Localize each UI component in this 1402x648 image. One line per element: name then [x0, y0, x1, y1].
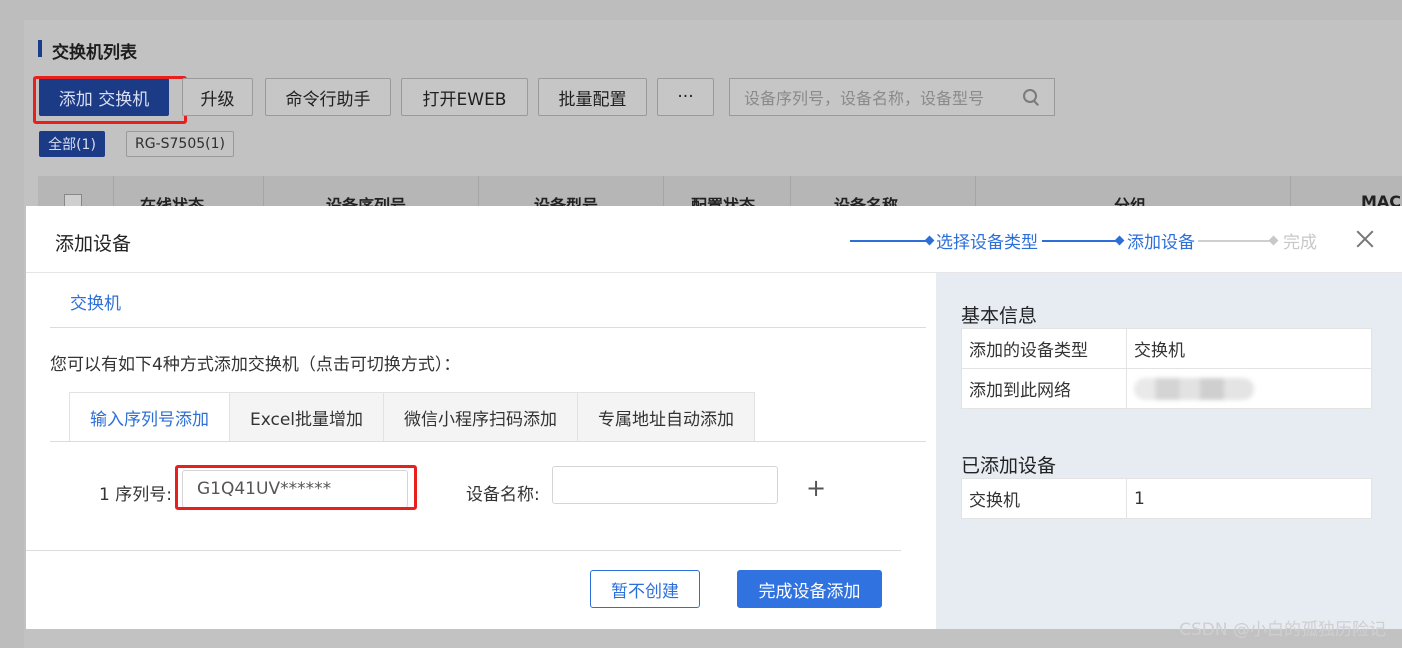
switch-table-header: 在线状态 设备序列号 设备型号 配置状态 设备名称 分组 MAC: [38, 176, 1402, 206]
device-search-input[interactable]: 设备序列号，设备名称，设备型号: [729, 78, 1055, 116]
summary-panel: 基本信息 添加的设备类型 交换机 添加到此网络 已添加设备 交换机 1: [936, 273, 1402, 629]
serial-number-input[interactable]: G1Q41UV******: [182, 470, 408, 508]
search-icon[interactable]: [1022, 88, 1040, 106]
col-serial[interactable]: 设备序列号: [326, 192, 406, 206]
upgrade-button[interactable]: 升级: [182, 78, 253, 116]
info-key: 添加的设备类型: [961, 328, 1127, 369]
finish-add-button[interactable]: 完成设备添加: [737, 570, 882, 608]
switch-list-title: 交换机列表: [38, 38, 137, 63]
info-value: 1: [1126, 478, 1372, 519]
tab-dedicated-address[interactable]: 专属地址自动添加: [578, 392, 756, 442]
dialog-title: 添加设备: [55, 233, 132, 255]
step-2-dot: [1114, 235, 1125, 246]
serial-label: 1 序列号:: [99, 485, 172, 505]
device-name-input[interactable]: [552, 466, 778, 504]
open-eweb-button[interactable]: 打开EWEB: [401, 78, 528, 116]
add-device-form: 交换机 您可以有如下4种方式添加交换机（点击可切换方式）： 输入序列号添加 Ex…: [26, 273, 936, 629]
col-online-status[interactable]: 在线状态: [140, 192, 204, 206]
basic-info-title: 基本信息: [961, 305, 1038, 327]
add-method-tabs: 输入序列号添加 Excel批量增加 微信小程序扫码添加 专属地址自动添加: [69, 392, 756, 442]
add-row-icon[interactable]: +: [806, 474, 826, 502]
added-devices-table: 交换机 1: [961, 478, 1372, 519]
device-type-tab-switch[interactable]: 交换机: [70, 289, 121, 314]
col-model[interactable]: 设备型号: [534, 192, 598, 206]
search-placeholder: 设备序列号，设备名称，设备型号: [744, 89, 985, 108]
step-1-label: 选择设备类型: [936, 233, 1038, 253]
table-row: 添加到此网络: [961, 368, 1372, 409]
divider: [50, 327, 926, 328]
redacted-network-name: [1134, 377, 1254, 400]
batch-config-button[interactable]: 批量配置: [538, 78, 647, 116]
step-3-label: 完成: [1283, 233, 1317, 253]
more-button[interactable]: ···: [657, 78, 714, 116]
select-all-checkbox[interactable]: [64, 194, 82, 206]
added-devices-title: 已添加设备: [961, 455, 1057, 477]
tab-wechat-scan[interactable]: 微信小程序扫码添加: [384, 392, 579, 442]
col-mac[interactable]: MAC: [1361, 192, 1401, 206]
step-1-dot: [924, 235, 935, 246]
watermark: CSDN @小白的孤独历险记: [1179, 620, 1386, 640]
col-group[interactable]: 分组: [1114, 192, 1146, 206]
filter-tag-all[interactable]: 全部(1): [39, 131, 105, 157]
table-row: 交换机 1: [961, 478, 1372, 519]
step-3-dot: [1268, 235, 1279, 246]
info-key: 添加到此网络: [961, 368, 1127, 409]
add-device-dialog: 添加设备 选择设备类型 添加设备 完成 交换机 您可以有如下4种方式添加交换机（…: [26, 206, 1402, 629]
method-hint: 您可以有如下4种方式添加交换机（点击可切换方式）：: [50, 355, 461, 375]
col-config-status[interactable]: 配置状态: [691, 192, 755, 206]
tab-serial-add[interactable]: 输入序列号添加: [69, 392, 230, 442]
filter-tag-model[interactable]: RG-S7505(1): [126, 131, 234, 157]
tab-excel-batch[interactable]: Excel批量增加: [230, 392, 385, 442]
add-switch-button[interactable]: 添加 交换机: [39, 78, 169, 116]
table-row: 添加的设备类型 交换机: [961, 328, 1372, 369]
step-2-label: 添加设备: [1127, 233, 1195, 253]
info-value-redacted: [1126, 368, 1372, 409]
basic-info-table: 添加的设备类型 交换机 添加到此网络: [961, 328, 1372, 409]
skip-create-button[interactable]: 暂不创建: [590, 570, 700, 608]
col-device-name[interactable]: 设备名称: [834, 192, 898, 206]
close-icon[interactable]: [1354, 228, 1376, 250]
device-name-label: 设备名称:: [466, 485, 540, 505]
command-helper-button[interactable]: 命令行助手: [265, 78, 391, 116]
info-value: 交换机: [1126, 328, 1372, 369]
info-key: 交换机: [961, 478, 1127, 519]
dialog-header: 添加设备 选择设备类型 添加设备 完成: [26, 206, 1402, 273]
divider: [50, 441, 926, 442]
divider: [26, 550, 901, 551]
